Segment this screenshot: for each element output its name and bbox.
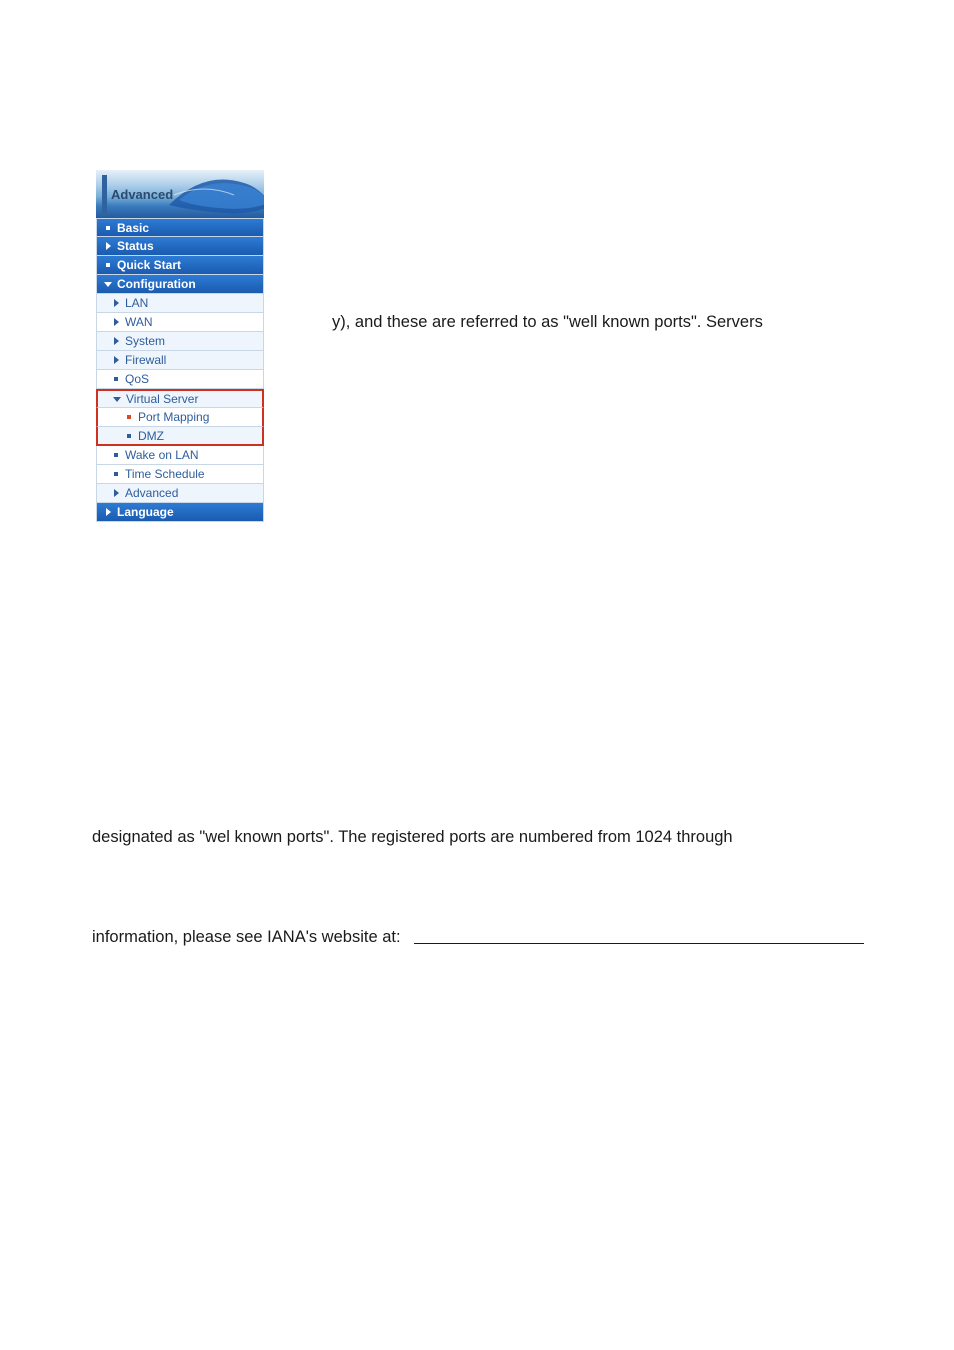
arrow-r-blue-icon bbox=[111, 318, 121, 326]
bullet-white-icon bbox=[103, 263, 113, 267]
arrow-r-white-icon bbox=[103, 508, 113, 516]
menu-item-configuration[interactable]: Configuration bbox=[96, 275, 264, 294]
bullet-blue-icon bbox=[124, 434, 134, 438]
menu-item-label: Wake on LAN bbox=[125, 448, 263, 462]
menu-item-label: LAN bbox=[125, 296, 263, 310]
sidebar-header: Advanced bbox=[96, 170, 264, 218]
menu-item-language[interactable]: Language bbox=[96, 503, 264, 522]
bullet-blue-icon bbox=[111, 472, 121, 476]
header-title: Advanced bbox=[111, 187, 173, 202]
bullet-blue-icon bbox=[111, 453, 121, 457]
menu-item-wan[interactable]: WAN bbox=[96, 313, 264, 332]
menu-item-system[interactable]: System bbox=[96, 332, 264, 351]
menu-item-qos[interactable]: QoS bbox=[96, 370, 264, 389]
sidebar: Advanced Basic Status Quick Start Configura… bbox=[96, 170, 264, 522]
menu-item-label: WAN bbox=[125, 315, 263, 329]
arrow-r-blue-icon bbox=[111, 337, 121, 345]
menu-item-wake-on-lan[interactable]: Wake on LAN bbox=[96, 446, 264, 465]
arrow-r-blue-icon bbox=[111, 299, 121, 307]
menu-item-label: Status bbox=[117, 239, 263, 253]
body-text-fragment-3: information, please see IANA's website a… bbox=[92, 925, 401, 950]
menu-item-label: Quick Start bbox=[117, 258, 263, 272]
menu-item-dmz[interactable]: DMZ bbox=[96, 427, 264, 446]
arrow-r-white-icon bbox=[103, 242, 113, 250]
body-text-fragment-2: designated as "wel known ports". The reg… bbox=[92, 825, 882, 850]
bullet-white-icon bbox=[103, 226, 113, 230]
menu-item-status[interactable]: Status bbox=[96, 237, 264, 256]
menu-item-lan[interactable]: LAN bbox=[96, 294, 264, 313]
menu-item-label: QoS bbox=[125, 372, 263, 386]
menu-item-label: Basic bbox=[117, 221, 263, 235]
bullet-red-icon bbox=[124, 415, 134, 419]
menu-item-label: Time Schedule bbox=[125, 467, 263, 481]
menu-item-label: Port Mapping bbox=[138, 410, 262, 424]
body-text-fragment-1: y), and these are referred to as "well k… bbox=[332, 310, 872, 335]
menu-item-label: Configuration bbox=[117, 277, 263, 291]
menu-item-label: System bbox=[125, 334, 263, 348]
bullet-blue-icon bbox=[111, 377, 121, 381]
menu-item-virtual-server[interactable]: Virtual Server bbox=[96, 389, 264, 408]
header-accent-bar bbox=[102, 175, 107, 213]
sidebar-menu: Basic Status Quick Start Configuration LAN WA… bbox=[96, 218, 264, 522]
arrow-r-blue-icon bbox=[111, 356, 121, 364]
link-underline bbox=[414, 943, 864, 944]
menu-item-label: Language bbox=[117, 505, 263, 519]
menu-item-basic[interactable]: Basic bbox=[96, 218, 264, 237]
menu-item-label: Virtual Server bbox=[126, 392, 262, 406]
menu-item-time-schedule[interactable]: Time Schedule bbox=[96, 465, 264, 484]
arrow-d-white-icon bbox=[103, 282, 113, 287]
menu-item-port-mapping[interactable]: Port Mapping bbox=[96, 408, 264, 427]
menu-item-label: Advanced bbox=[125, 486, 263, 500]
menu-item-advanced[interactable]: Advanced bbox=[96, 484, 264, 503]
menu-item-firewall[interactable]: Firewall bbox=[96, 351, 264, 370]
menu-item-label: Firewall bbox=[125, 353, 263, 367]
menu-item-label: DMZ bbox=[138, 429, 262, 443]
arrow-r-blue-icon bbox=[111, 489, 121, 497]
menu-item-quick-start[interactable]: Quick Start bbox=[96, 256, 264, 275]
arrow-d-blue-icon bbox=[112, 397, 122, 402]
header-swoosh-icon bbox=[164, 170, 264, 218]
